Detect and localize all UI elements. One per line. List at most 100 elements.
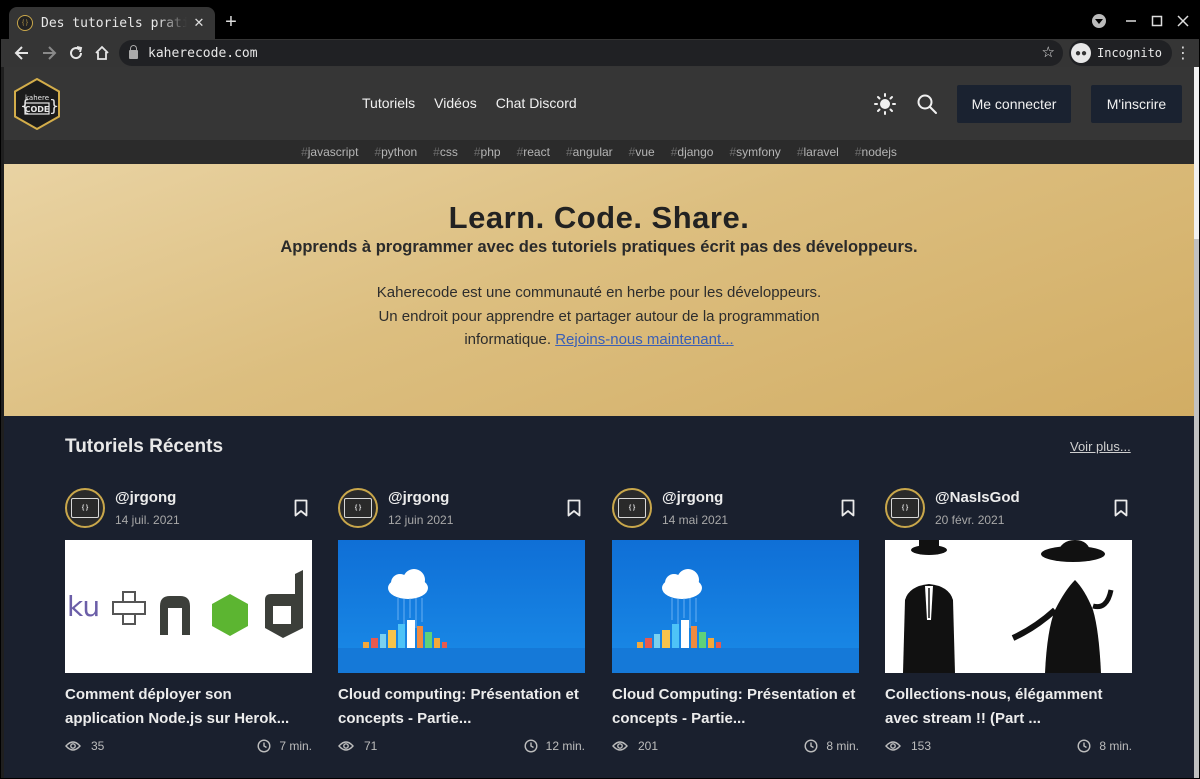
tag-label: python (381, 145, 418, 159)
theme-toggle-sun-icon[interactable] (874, 93, 896, 115)
nav-videos[interactable]: Vidéos (434, 95, 477, 111)
tag-laravel[interactable]: #laravel (797, 145, 839, 159)
avatar[interactable]: { } (338, 488, 378, 528)
avatar[interactable]: { } (885, 488, 925, 528)
reload-icon[interactable] (65, 42, 87, 64)
read-time-value: 12 min. (545, 739, 585, 753)
tag-php[interactable]: #php (474, 145, 501, 159)
nav-tutoriels[interactable]: Tutoriels (362, 95, 415, 111)
card-date: 14 mai 2021 (662, 513, 729, 527)
window-close-icon[interactable] (1173, 9, 1193, 33)
tag-label: nodejs (861, 145, 897, 159)
main-nav: Tutoriels Vidéos Chat Discord (362, 95, 577, 111)
views-count: 201 (638, 739, 659, 753)
card-read-time: 7 min. (257, 739, 312, 753)
bookmark-icon[interactable] (567, 499, 581, 517)
tag-css[interactable]: #css (433, 145, 458, 159)
search-icon[interactable] (916, 93, 938, 115)
card-thumbnail[interactable] (338, 540, 585, 673)
card-views: 153 (885, 739, 931, 753)
tag-label: django (677, 145, 714, 159)
login-button[interactable]: Me connecter (957, 85, 1071, 123)
card-thumbnail[interactable] (612, 540, 859, 673)
avatar[interactable]: { } (65, 488, 105, 528)
views-count: 71 (364, 739, 378, 753)
avatar[interactable]: { } (612, 488, 652, 528)
clock-icon (257, 739, 271, 753)
read-time-value: 7 min. (279, 739, 312, 753)
clock-icon (1077, 739, 1091, 753)
clock-icon (804, 739, 818, 753)
hero-section: Learn. Code. Share. Apprends à programme… (4, 164, 1194, 416)
address-bar[interactable]: kaherecode.com ☆ (119, 40, 1063, 66)
tag-nodejs[interactable]: #nodejs (855, 145, 897, 159)
card-views: 201 (612, 739, 658, 753)
bookmark-icon[interactable] (841, 499, 855, 517)
card-author[interactable]: @jrgong (115, 489, 176, 506)
card-thumbnail[interactable] (885, 540, 1132, 673)
browser-tab[interactable]: { } Des tutoriels pratiques ✕ (9, 7, 215, 39)
eye-icon (65, 741, 81, 751)
minimize-icon[interactable] (1123, 9, 1139, 33)
tag-symfony[interactable]: #symfony (729, 145, 780, 159)
incognito-badge[interactable]: ●● Incognito (1069, 40, 1173, 66)
url-text: kaherecode.com (148, 45, 258, 61)
bookmark-icon[interactable] (1114, 499, 1128, 517)
nav-chat-discord[interactable]: Chat Discord (496, 95, 577, 111)
card-title[interactable]: Collections-nous, élégamment avec stream… (885, 683, 1132, 730)
tutorial-card[interactable]: { } @jrgong 14 juil. 2021 ku Comment dép… (65, 486, 312, 778)
tab-close-icon[interactable]: ✕ (191, 15, 207, 31)
card-title[interactable]: Cloud computing: Présentation et concept… (338, 683, 585, 730)
tag-label: css (439, 145, 458, 159)
page-content: kahere CODE { } Tutoriels Vidéos Chat Di… (4, 67, 1194, 778)
views-count: 153 (911, 739, 932, 753)
card-date: 20 févr. 2021 (935, 513, 1005, 527)
lock-icon[interactable] (129, 45, 138, 59)
scrollbar-thumb[interactable] (1194, 239, 1199, 778)
new-tab-icon[interactable]: + (221, 11, 241, 33)
card-read-time: 12 min. (524, 739, 585, 753)
tutorial-card[interactable]: { } @jrgong 12 juin 2021 Cloud computing… (338, 486, 585, 778)
browser-menu-icon[interactable]: ⋮ (1173, 43, 1193, 63)
maximize-icon[interactable] (1149, 9, 1165, 33)
tag-label: angular (572, 145, 613, 159)
tag-react[interactable]: #react (517, 145, 550, 159)
svg-text:}: } (49, 96, 59, 115)
svg-text:ku: ku (67, 590, 100, 623)
tag-bar: #javascript #python #css #php #react #angular… (4, 140, 1194, 164)
tutorial-card[interactable]: { } @NasIsGod 20 févr. 2021 Collections-… (885, 486, 1132, 778)
hero-title: Learn. Code. Share. (448, 200, 750, 235)
tag-label: symfony (736, 145, 781, 159)
bookmark-star-icon[interactable]: ☆ (1042, 43, 1055, 61)
card-title[interactable]: Cloud Computing: Présentation et concept… (612, 683, 859, 730)
tag-angular[interactable]: #angular (566, 145, 613, 159)
tutorial-card[interactable]: { } @jrgong 14 mai 2021 Cloud Computing:… (612, 486, 859, 778)
card-thumbnail[interactable]: ku (65, 540, 312, 673)
kaherecode-logo[interactable]: kahere CODE { } (13, 78, 61, 130)
tab-title: Des tutoriels pratiques (41, 15, 187, 31)
signup-button[interactable]: M'inscrire (1091, 85, 1182, 123)
card-author[interactable]: @jrgong (388, 489, 449, 506)
join-link[interactable]: Rejoins-nous maintenant... (555, 331, 733, 348)
tab-search-icon[interactable] (1091, 9, 1107, 33)
see-more-link[interactable]: Voir plus... (1070, 439, 1131, 454)
tag-python[interactable]: #python (374, 145, 417, 159)
forward-icon[interactable] (38, 42, 60, 64)
eye-icon (338, 741, 354, 751)
tag-django[interactable]: #django (671, 145, 714, 159)
card-author[interactable]: @jrgong (662, 489, 723, 506)
tag-label: php (480, 145, 501, 159)
card-views: 71 (338, 739, 377, 753)
card-author[interactable]: @NasIsGod (935, 489, 1020, 506)
back-icon[interactable] (11, 42, 33, 64)
tag-vue[interactable]: #vue (629, 145, 655, 159)
card-title[interactable]: Comment déployer son application Node.js… (65, 683, 312, 730)
bookmark-icon[interactable] (294, 499, 308, 517)
tag-label: vue (635, 145, 655, 159)
home-icon[interactable] (91, 42, 113, 64)
tag-javascript[interactable]: #javascript (301, 145, 358, 159)
tab-strip: { } Des tutoriels pratiques ✕ + (1, 1, 1199, 39)
incognito-icon: ●● (1071, 43, 1091, 63)
eye-icon (885, 741, 901, 751)
incognito-label: Incognito (1097, 46, 1163, 60)
